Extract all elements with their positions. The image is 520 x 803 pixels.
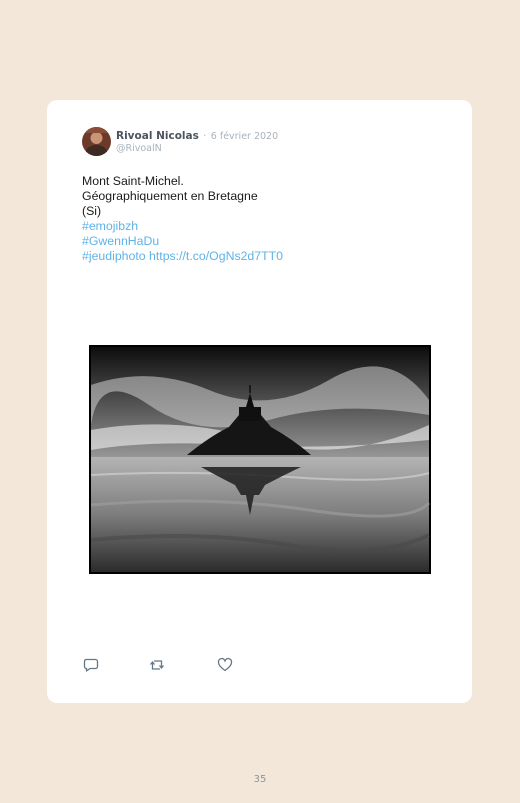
tweet-text-line: (Si): [82, 204, 102, 218]
tweet-photo[interactable]: [89, 345, 431, 574]
tweet-date[interactable]: 6 février 2020: [211, 131, 278, 142]
hashtag-link[interactable]: #jeudiphoto: [82, 249, 146, 263]
avatar[interactable]: [82, 127, 111, 156]
date-separator: ·: [203, 131, 207, 142]
tweet-url-link[interactable]: https://t.co/OgNs2d7TT0: [149, 249, 283, 263]
author-name[interactable]: Rivoal Nicolas: [116, 130, 199, 142]
tweet-card: Rivoal Nicolas · 6 février 2020 @RivoalN…: [47, 100, 472, 703]
heart-icon[interactable]: [217, 657, 235, 675]
hashtag-link[interactable]: #emojibzh: [82, 219, 283, 234]
author-handle[interactable]: @RivoalN: [116, 143, 278, 155]
tweet-text-line: Mont Saint-Michel.: [82, 174, 184, 188]
page-number: 35: [253, 774, 267, 785]
hashtag-link[interactable]: #GwennHaDu: [82, 234, 283, 249]
reply-icon[interactable]: [83, 657, 101, 675]
tweet-text-line: Géographiquement en Bretagne: [82, 189, 258, 203]
tweet-text: Mont Saint-Michel. Géographiquement en B…: [82, 174, 283, 264]
tweet-header: Rivoal Nicolas · 6 février 2020 @RivoalN: [116, 129, 278, 155]
retweet-icon[interactable]: [149, 657, 167, 675]
